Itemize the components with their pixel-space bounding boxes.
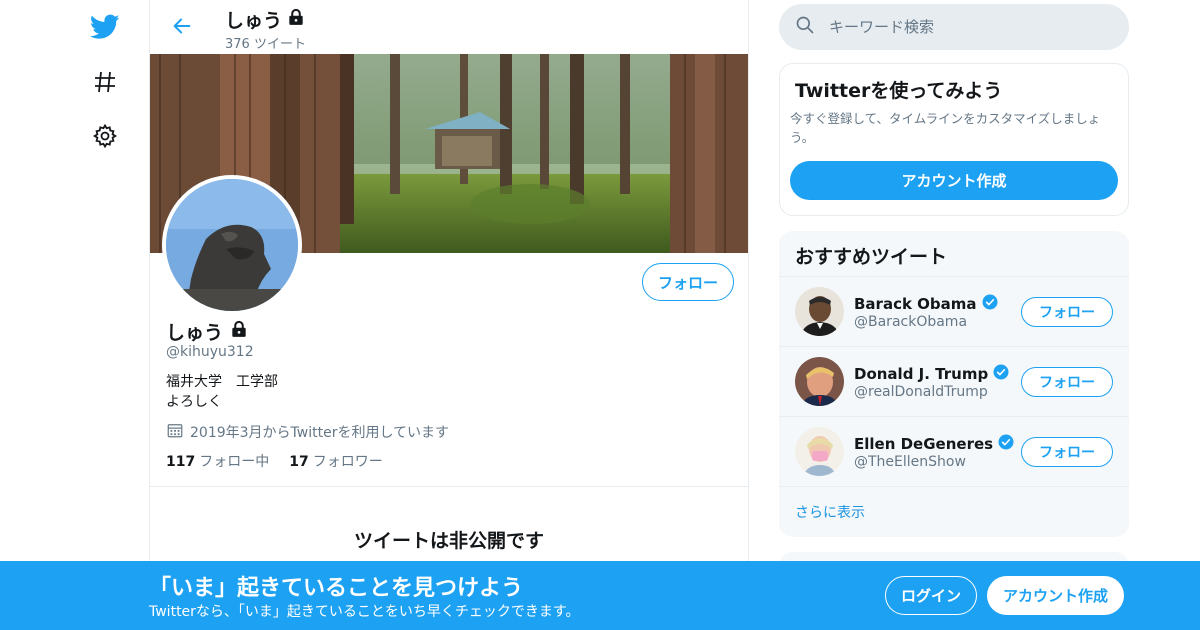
prompt-subtitle: Twitterなら、「いま」起きていることをいち早くチェックできます。 <box>149 604 580 620</box>
verified-badge-icon <box>992 363 1010 385</box>
followers-label: フォロワー <box>312 454 383 470</box>
profile-name-text: しゅう <box>166 322 224 344</box>
twitter-bird-icon[interactable] <box>88 10 122 44</box>
follow-button[interactable]: フォロー <box>1021 437 1113 467</box>
search-input[interactable] <box>829 18 1109 36</box>
user-name: Ellen DeGeneres <box>854 433 1015 455</box>
bio-line: 福井大学 工学部 <box>166 374 278 390</box>
signup-card-title: Twitterを使ってみよう <box>795 80 1003 102</box>
profile-handle: @kihuyu312 <box>166 344 254 360</box>
recommended-title: おすすめツイート <box>795 246 948 268</box>
tweet-count: 376 ツイート <box>225 37 306 52</box>
followers-count: 17 <box>289 454 309 470</box>
calendar-icon <box>166 421 184 443</box>
back-arrow-icon[interactable] <box>168 12 196 40</box>
join-date: 2019年3月からTwitterを利用しています <box>166 421 449 443</box>
recommended-user-row[interactable]: Ellen DeGeneres @TheEllenShow フォロー <box>779 416 1129 486</box>
search-icon <box>795 15 815 39</box>
user-name-text: Barack Obama <box>854 295 977 313</box>
lock-icon <box>229 319 249 344</box>
profile-name: しゅう <box>166 318 249 345</box>
profile-avatar[interactable] <box>162 175 302 315</box>
header-name-text: しゅう <box>225 10 283 32</box>
signup-card-description: 今すぐ登録して、タイムラインをカスタマイズしましょう。 <box>790 111 1101 145</box>
user-handle: @realDonaldTrump <box>854 384 988 400</box>
signup-button[interactable]: アカウント作成 <box>987 576 1124 615</box>
user-avatar[interactable] <box>795 357 844 406</box>
profile-bio: 福井大学 工学部 よろしく <box>166 372 278 412</box>
verified-badge-icon <box>997 433 1015 455</box>
hashtag-icon[interactable] <box>88 65 122 99</box>
signup-prompt-bar: 「いま」起きていることを見つけよう Twitterなら、「いま」起きていることを… <box>0 561 1200 630</box>
recommended-tweets-card: おすすめツイート Barack Obama @BarackObama フォロー … <box>779 231 1129 537</box>
user-avatar[interactable] <box>795 287 844 336</box>
follow-button[interactable]: フォロー <box>1021 367 1113 397</box>
search-box[interactable] <box>779 4 1129 50</box>
user-handle: @TheEllenShow <box>854 454 966 470</box>
gear-icon[interactable] <box>88 119 122 153</box>
following-count: 117 <box>166 454 196 470</box>
profile-header: しゅう 376 ツイート <box>150 0 750 54</box>
user-handle: @BarackObama <box>854 314 968 330</box>
login-button[interactable]: ログイン <box>885 576 977 615</box>
following-stat[interactable]: 117 フォロー中 <box>166 451 269 471</box>
header-title: しゅう <box>225 6 306 33</box>
signup-card: Twitterを使ってみよう 今すぐ登録して、タイムラインをカスタマイズしましょ… <box>779 63 1129 216</box>
user-name-text: Ellen DeGeneres <box>854 435 994 453</box>
followers-stat[interactable]: 17 フォロワー <box>289 451 382 471</box>
user-name: Donald J. Trump <box>854 363 1010 385</box>
create-account-button[interactable]: アカウント作成 <box>790 161 1118 200</box>
recommended-user-row[interactable]: Barack Obama @BarackObama フォロー <box>779 276 1129 346</box>
prompt-title: 「いま」起きていることを見つけよう <box>149 576 524 601</box>
user-avatar[interactable] <box>795 427 844 476</box>
follow-button[interactable]: フォロー <box>1021 297 1113 327</box>
bio-line: よろしく <box>166 394 222 410</box>
recommended-user-row[interactable]: Donald J. Trump @realDonaldTrump フォロー <box>779 346 1129 416</box>
profile-column: しゅう 376 ツイート フォロー しゅう @kihuyu312 福井大学 工学… <box>149 0 749 630</box>
user-name-text: Donald J. Trump <box>854 365 989 383</box>
private-tweets-title: ツイートは非公開です <box>353 530 544 552</box>
following-label: フォロー中 <box>199 454 270 470</box>
show-more-link[interactable]: さらに表示 <box>795 502 865 522</box>
verified-badge-icon <box>981 293 999 315</box>
join-date-text: 2019年3月からTwitterを利用しています <box>190 425 450 441</box>
user-name: Barack Obama <box>854 293 999 315</box>
lock-icon <box>286 7 306 32</box>
follow-stats: 117 フォロー中 17 フォロワー <box>166 451 383 471</box>
follow-button[interactable]: フォロー <box>642 263 734 301</box>
divider <box>150 486 748 487</box>
